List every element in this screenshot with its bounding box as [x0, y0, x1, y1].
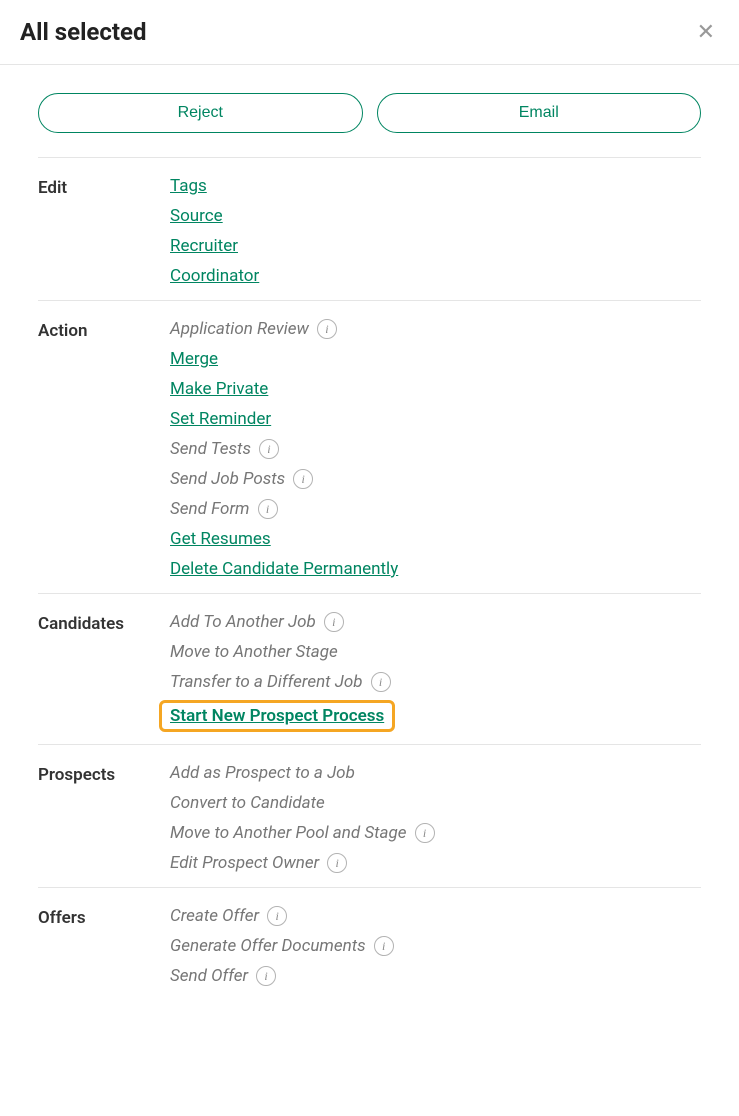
- dialog-title: All selected: [20, 18, 147, 46]
- action-send-job-posts-label: Send Job Posts: [170, 469, 285, 489]
- section-items-edit: Tags Source Recruiter Coordinator: [170, 176, 701, 286]
- edit-recruiter-link[interactable]: Recruiter: [170, 236, 238, 256]
- offers-create-offer-label: Create Offer: [170, 906, 259, 926]
- section-items-offers: Create Offer i Generate Offer Documents …: [170, 906, 701, 986]
- candidates-start-new-prospect-link[interactable]: Start New Prospect Process: [170, 706, 384, 726]
- offers-send-offer-label: Send Offer: [170, 966, 248, 986]
- action-send-job-posts: Send Job Posts i: [170, 469, 313, 489]
- candidates-add-to-another-job-label: Add To Another Job: [170, 612, 316, 632]
- section-label-offers: Offers: [38, 906, 170, 986]
- highlighted-action: Start New Prospect Process: [159, 700, 395, 732]
- action-send-tests-label: Send Tests: [170, 439, 251, 459]
- section-candidates: Candidates Add To Another Job i Move to …: [38, 593, 701, 744]
- info-icon[interactable]: i: [415, 823, 435, 843]
- section-label-candidates: Candidates: [38, 612, 170, 730]
- section-items-candidates: Add To Another Job i Move to Another Sta…: [170, 612, 701, 730]
- edit-coordinator-link[interactable]: Coordinator: [170, 266, 259, 286]
- prospects-add-as-prospect: Add as Prospect to a Job: [170, 763, 355, 783]
- info-icon[interactable]: i: [293, 469, 313, 489]
- prospects-edit-prospect-owner: Edit Prospect Owner i: [170, 853, 347, 873]
- action-send-form: Send Form i: [170, 499, 278, 519]
- section-items-prospects: Add as Prospect to a Job Convert to Cand…: [170, 763, 701, 873]
- section-edit: Edit Tags Source Recruiter Coordinator: [38, 157, 701, 300]
- action-application-review-label: Application Review: [170, 319, 309, 339]
- dialog-content: Reject Email Edit Tags Source Recruiter …: [0, 65, 739, 1030]
- info-icon[interactable]: i: [258, 499, 278, 519]
- close-icon: ✕: [697, 19, 715, 44]
- section-label-edit: Edit: [38, 176, 170, 286]
- prospects-convert-to-candidate: Convert to Candidate: [170, 793, 325, 813]
- prospects-edit-owner-label: Edit Prospect Owner: [170, 853, 319, 873]
- candidates-transfer-to-different-job: Transfer to a Different Job i: [170, 672, 391, 692]
- candidates-transfer-label: Transfer to a Different Job: [170, 672, 363, 692]
- info-icon[interactable]: i: [324, 612, 344, 632]
- action-send-tests: Send Tests i: [170, 439, 279, 459]
- candidates-add-to-another-job: Add To Another Job i: [170, 612, 344, 632]
- reject-button[interactable]: Reject: [38, 93, 363, 133]
- info-icon[interactable]: i: [371, 672, 391, 692]
- section-prospects: Prospects Add as Prospect to a Job Conve…: [38, 744, 701, 887]
- button-row: Reject Email: [38, 93, 701, 133]
- action-send-form-label: Send Form: [170, 499, 250, 519]
- section-label-prospects: Prospects: [38, 763, 170, 873]
- offers-generate-offer-documents: Generate Offer Documents i: [170, 936, 394, 956]
- info-icon[interactable]: i: [259, 439, 279, 459]
- action-merge-link[interactable]: Merge: [170, 349, 218, 369]
- action-application-review: Application Review i: [170, 319, 337, 339]
- action-make-private-link[interactable]: Make Private: [170, 379, 268, 399]
- action-set-reminder-link[interactable]: Set Reminder: [170, 409, 271, 429]
- info-icon[interactable]: i: [327, 853, 347, 873]
- candidates-move-to-another-stage: Move to Another Stage: [170, 642, 338, 662]
- edit-tags-link[interactable]: Tags: [170, 176, 207, 196]
- info-icon[interactable]: i: [374, 936, 394, 956]
- section-items-action: Application Review i Merge Make Private …: [170, 319, 701, 579]
- info-icon[interactable]: i: [256, 966, 276, 986]
- email-button[interactable]: Email: [377, 93, 702, 133]
- section-label-action: Action: [38, 319, 170, 579]
- offers-create-offer: Create Offer i: [170, 906, 287, 926]
- dialog-header: All selected ✕: [0, 0, 739, 65]
- section-offers: Offers Create Offer i Generate Offer Doc…: [38, 887, 701, 1000]
- info-icon[interactable]: i: [267, 906, 287, 926]
- section-action: Action Application Review i Merge Make P…: [38, 300, 701, 593]
- close-button[interactable]: ✕: [693, 21, 719, 43]
- edit-source-link[interactable]: Source: [170, 206, 223, 226]
- action-delete-candidate-link[interactable]: Delete Candidate Permanently: [170, 559, 398, 579]
- action-get-resumes-link[interactable]: Get Resumes: [170, 529, 271, 549]
- offers-generate-docs-label: Generate Offer Documents: [170, 936, 366, 956]
- prospects-move-pool-label: Move to Another Pool and Stage: [170, 823, 407, 843]
- offers-send-offer: Send Offer i: [170, 966, 276, 986]
- info-icon[interactable]: i: [317, 319, 337, 339]
- prospects-move-to-another-pool: Move to Another Pool and Stage i: [170, 823, 435, 843]
